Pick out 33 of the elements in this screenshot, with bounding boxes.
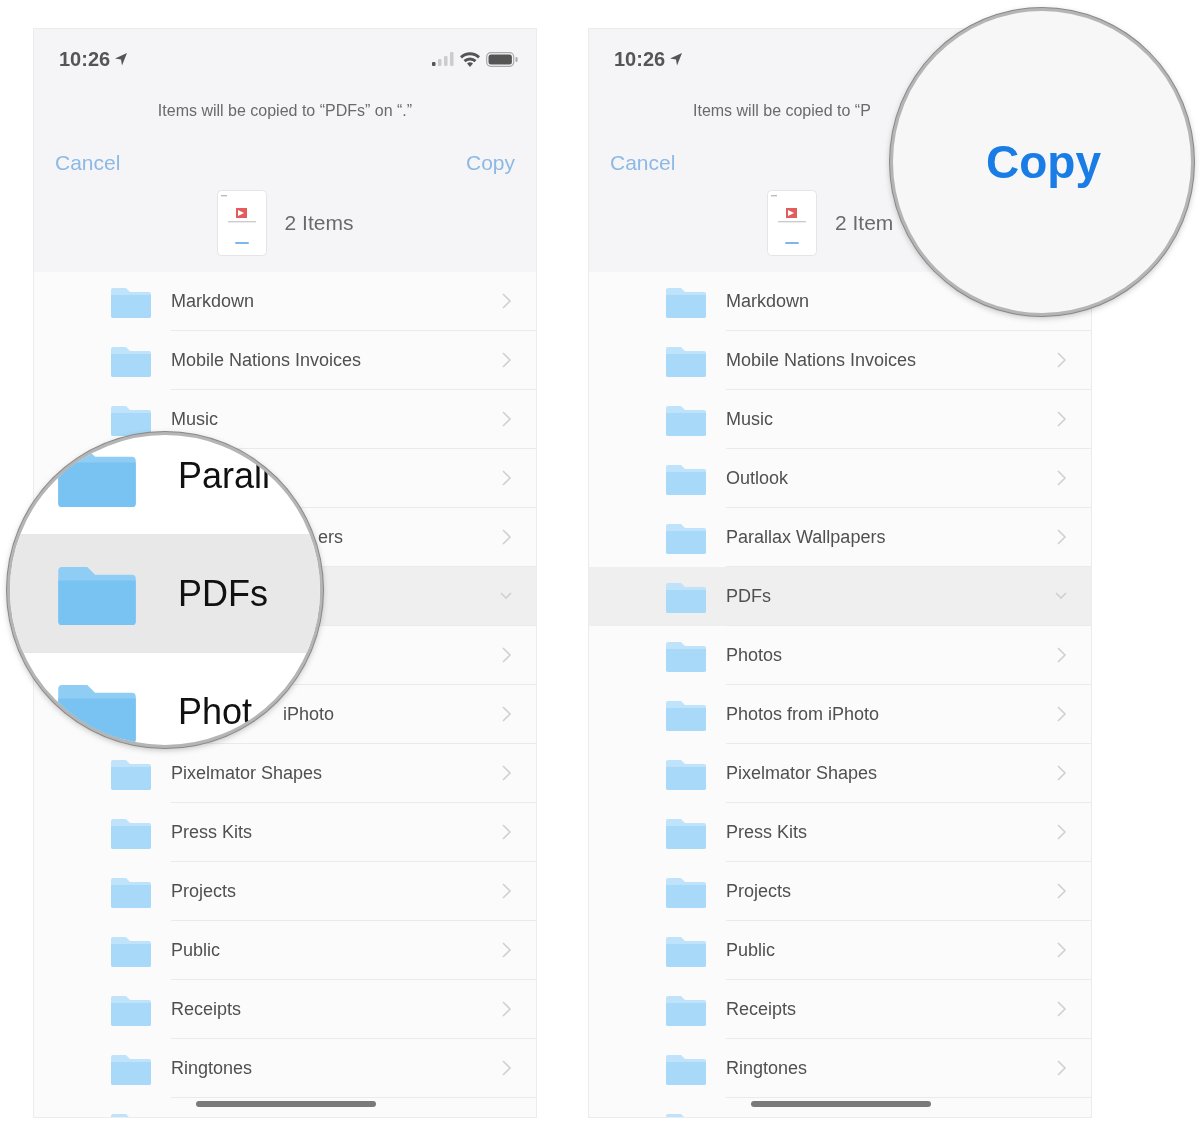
folder-name[interactable]: Receipts xyxy=(726,998,797,1020)
folder-name[interactable]: Photos xyxy=(726,644,783,666)
copy-button[interactable]: Copy xyxy=(986,135,1101,189)
folder-name[interactable]: Phot xyxy=(178,690,253,733)
item-count: 2 Item xyxy=(835,211,894,235)
folder-name[interactable]: Mobile Nations Invoices xyxy=(171,349,362,371)
folder-name[interactable]: Public xyxy=(726,939,776,961)
folder-name[interactable]: Public xyxy=(171,939,221,961)
folder-name[interactable]: Outlook xyxy=(726,467,789,489)
folder-name[interactable]: Press Kits xyxy=(726,821,808,843)
folder-name[interactable]: Mobile Nations Invoices xyxy=(726,349,917,371)
folder-row[interactable]: PDFs xyxy=(589,567,1091,626)
folder-name[interactable]: Parallax Wallpapers xyxy=(726,526,886,548)
folder-name[interactable]: Photos from iPhoto xyxy=(726,703,880,725)
folder-name[interactable]: Markdown xyxy=(726,290,810,312)
folder-name[interactable]: Music xyxy=(726,408,773,430)
folder-name[interactable]: Pixelmator Shapes xyxy=(726,762,878,784)
destination-message: Items will be copied to “P xyxy=(692,102,872,120)
folder-name[interactable]: Ringtones xyxy=(171,1057,253,1079)
folder-name[interactable]: PDFs xyxy=(726,585,771,607)
clock-time: 10:26 xyxy=(59,47,111,71)
folder-name[interactable]: Markdown xyxy=(171,290,255,312)
item-count: 2 Items xyxy=(284,211,354,235)
folder-name[interactable]: Receipts xyxy=(171,998,242,1020)
destination-message: Items will be copied to “PDFs” on “.” xyxy=(156,102,414,120)
folder-name[interactable]: PDFs xyxy=(178,572,268,615)
folder-name[interactable]: Music xyxy=(171,408,218,430)
folder-name[interactable]: Projects xyxy=(726,880,792,902)
folder-name[interactable]: Ringtones xyxy=(726,1057,808,1079)
folder-name[interactable]: Pixelmator Shapes xyxy=(171,762,323,784)
folder-name[interactable]: Projects xyxy=(171,880,237,902)
clock-time: 10:26 xyxy=(614,47,666,71)
folder-name[interactable]: Press Kits xyxy=(171,821,253,843)
